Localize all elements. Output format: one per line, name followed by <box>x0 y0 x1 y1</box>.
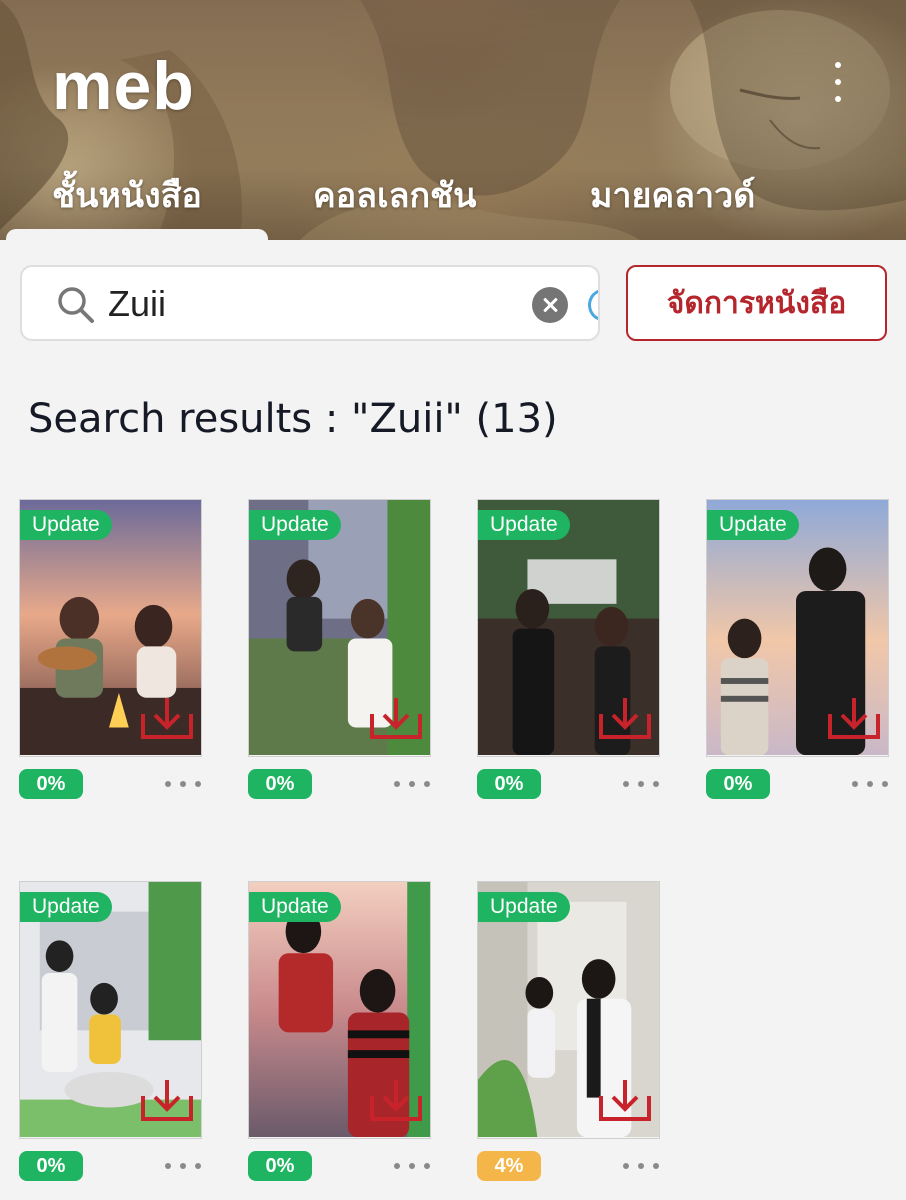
download-icon[interactable] <box>140 1078 194 1122</box>
search-icon <box>58 287 94 323</box>
more-options-icon[interactable] <box>165 1163 201 1171</box>
book-card[interactable]: Update 0% <box>706 499 889 799</box>
book-cover[interactable]: Update <box>19 499 202 757</box>
tab-collection[interactable]: คอลเลกชัน <box>313 168 476 222</box>
vertical-ellipsis-icon[interactable] <box>826 62 850 102</box>
more-options-icon[interactable] <box>623 781 659 789</box>
more-options-icon[interactable] <box>623 1163 659 1171</box>
update-badge: Update <box>478 510 570 540</box>
progress-badge: 0% <box>706 769 770 799</box>
progress-badge: 0% <box>248 769 312 799</box>
download-icon[interactable] <box>140 696 194 740</box>
book-card[interactable]: Update 0% <box>19 881 202 1181</box>
refresh-icon[interactable] <box>588 289 598 321</box>
book-card[interactable]: Update 4% <box>477 881 660 1181</box>
download-icon[interactable] <box>598 696 652 740</box>
update-badge: Update <box>249 510 341 540</box>
tab-bookshelf[interactable]: ชั้นหนังสือ <box>52 168 202 222</box>
more-options-icon[interactable] <box>852 781 888 789</box>
update-badge: Update <box>478 892 570 922</box>
book-card[interactable]: Update 0% <box>248 881 431 1181</box>
more-options-icon[interactable] <box>394 781 430 789</box>
progress-badge: 0% <box>248 1151 312 1181</box>
update-badge: Update <box>249 892 341 922</box>
book-cover[interactable]: Update <box>477 881 660 1139</box>
active-tab-indicator <box>6 229 268 240</box>
book-cover[interactable]: Update <box>706 499 889 757</box>
search-input[interactable]: Zuii <box>20 265 600 341</box>
progress-badge: 4% <box>477 1151 541 1181</box>
download-icon[interactable] <box>827 696 881 740</box>
book-cover[interactable]: Update <box>19 881 202 1139</box>
download-icon[interactable] <box>598 1078 652 1122</box>
progress-badge: 0% <box>477 769 541 799</box>
header-banner: meb ชั้นหนังสือ คอลเลกชัน มายคลาวด์ <box>0 0 906 240</box>
more-options-icon[interactable] <box>394 1163 430 1171</box>
book-cover[interactable]: Update <box>248 881 431 1139</box>
progress-badge: 0% <box>19 769 83 799</box>
meb-logo: meb <box>52 48 195 124</box>
download-icon[interactable] <box>369 696 423 740</box>
download-icon[interactable] <box>369 1078 423 1122</box>
book-cover[interactable]: Update <box>477 499 660 757</box>
more-options-icon[interactable] <box>165 781 201 789</box>
search-query-text[interactable]: Zuii <box>108 283 166 325</box>
update-badge: Update <box>707 510 799 540</box>
tab-mycloud[interactable]: มายคลาวด์ <box>590 168 755 222</box>
update-badge: Update <box>20 892 112 922</box>
update-badge: Update <box>20 510 112 540</box>
clear-icon[interactable] <box>532 287 568 323</box>
book-card[interactable]: Update 0% <box>248 499 431 799</box>
manage-books-button[interactable]: จัดการหนังสือ <box>626 265 887 341</box>
progress-badge: 0% <box>19 1151 83 1181</box>
search-results-title: Search results : "Zuii" (13) <box>28 396 558 442</box>
book-card[interactable]: Update 0% <box>19 499 202 799</box>
book-card[interactable]: Update 0% <box>477 499 660 799</box>
book-cover[interactable]: Update <box>248 499 431 757</box>
